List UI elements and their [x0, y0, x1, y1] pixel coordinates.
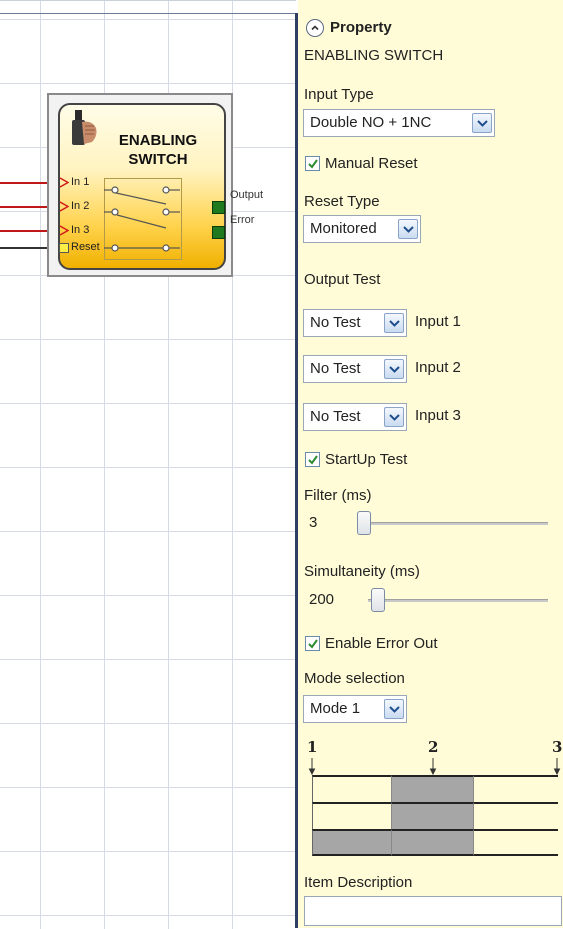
panel-subtitle: ENABLING SWITCH [304, 47, 444, 64]
diagram-position-2: 2 [428, 738, 439, 756]
input-type-value: Double NO + 1NC [310, 114, 432, 131]
canvas-top-border [0, 13, 297, 14]
collapse-icon[interactable] [306, 19, 324, 37]
panel-header: Property [330, 19, 392, 36]
reset-type-dropdown[interactable]: Monitored [303, 215, 421, 243]
enable-error-out-label: Enable Error Out [325, 635, 438, 652]
chevron-down-icon[interactable] [398, 219, 418, 239]
output-test-value-1: No Test [310, 314, 361, 331]
enabling-switch-icon [72, 110, 97, 145]
property-panel: Property ENABLING SWITCH Input Type Doub… [298, 0, 563, 928]
chevron-down-icon[interactable] [384, 313, 404, 333]
diagram-cell [312, 802, 391, 829]
input-type-label: Input Type [304, 86, 374, 103]
output-test-dropdown-2[interactable]: No Test [303, 355, 407, 383]
input-pin-reset[interactable] [59, 243, 69, 253]
diagram-cell [473, 802, 558, 829]
input-pin-2-icon[interactable] [59, 201, 69, 212]
manual-reset-checkbox[interactable] [305, 156, 320, 171]
chevron-down-icon[interactable] [384, 699, 404, 719]
filter-label: Filter (ms) [304, 487, 372, 504]
filter-slider-track[interactable] [358, 522, 548, 525]
filter-slider-thumb[interactable] [357, 511, 371, 535]
pin-label-in2: In 2 [71, 200, 90, 212]
simultaneity-value: 200 [309, 591, 335, 608]
output-test-input-1-label: Input 1 [415, 313, 461, 330]
enable-error-out-checkbox[interactable] [305, 636, 320, 651]
mode-selection-label: Mode selection [304, 670, 405, 687]
output-label: Output [230, 189, 264, 201]
reset-type-label: Reset Type [304, 193, 380, 210]
simultaneity-slider-thumb[interactable] [371, 588, 385, 612]
input-pin-3-icon[interactable] [59, 225, 69, 236]
diagram-cell [391, 775, 473, 802]
diagram-cell [473, 829, 558, 856]
error-pin[interactable] [212, 226, 225, 239]
diagram-position-3: 3 [552, 738, 563, 756]
chevron-down-icon[interactable] [384, 407, 404, 427]
item-description-input[interactable] [304, 896, 562, 926]
diagram-cell [312, 775, 391, 802]
manual-reset-label: Manual Reset [325, 155, 418, 172]
output-pin[interactable] [212, 201, 225, 214]
startup-test-label: StartUp Test [325, 451, 408, 468]
diagram-marker-arrows [308, 758, 561, 776]
diagram-cell [391, 802, 473, 829]
chevron-down-icon[interactable] [384, 359, 404, 379]
output-test-input-3-label: Input 3 [415, 407, 461, 424]
block-title-line2: SWITCH [128, 151, 188, 168]
input-pin-1-icon[interactable] [59, 177, 69, 188]
output-test-label: Output Test [304, 271, 381, 288]
reset-type-value: Monitored [310, 220, 377, 237]
diagram-cell [312, 829, 391, 856]
mode-selection-value: Mode 1 [310, 700, 361, 717]
mode-timing-diagram [312, 775, 558, 857]
output-test-dropdown-1[interactable]: No Test [303, 309, 407, 337]
contacts-icon [104, 186, 180, 252]
diagram-position-1: 1 [307, 738, 318, 756]
filter-value: 3 [309, 514, 318, 531]
output-test-value-3: No Test [310, 408, 361, 425]
startup-test-checkbox[interactable] [305, 452, 320, 467]
pin-label-in1: In 1 [71, 176, 90, 188]
output-test-value-2: No Test [310, 360, 361, 377]
item-description-label: Item Description [304, 874, 413, 891]
output-test-dropdown-3[interactable]: No Test [303, 403, 407, 431]
pin-label-in3: In 3 [71, 224, 90, 236]
chevron-down-icon[interactable] [472, 113, 492, 133]
diagram-cell [473, 775, 558, 802]
mode-selection-dropdown[interactable]: Mode 1 [303, 695, 407, 723]
input-type-dropdown[interactable]: Double NO + 1NC [303, 109, 495, 137]
block-title-line1: ENABLING [118, 132, 198, 149]
error-label: Error [230, 214, 255, 226]
simultaneity-label: Simultaneity (ms) [304, 563, 420, 580]
block-title: ENABLING SWITCH [108, 131, 208, 169]
diagram-cell [391, 829, 473, 856]
output-test-input-2-label: Input 2 [415, 359, 461, 376]
simultaneity-slider-track[interactable] [368, 599, 548, 602]
